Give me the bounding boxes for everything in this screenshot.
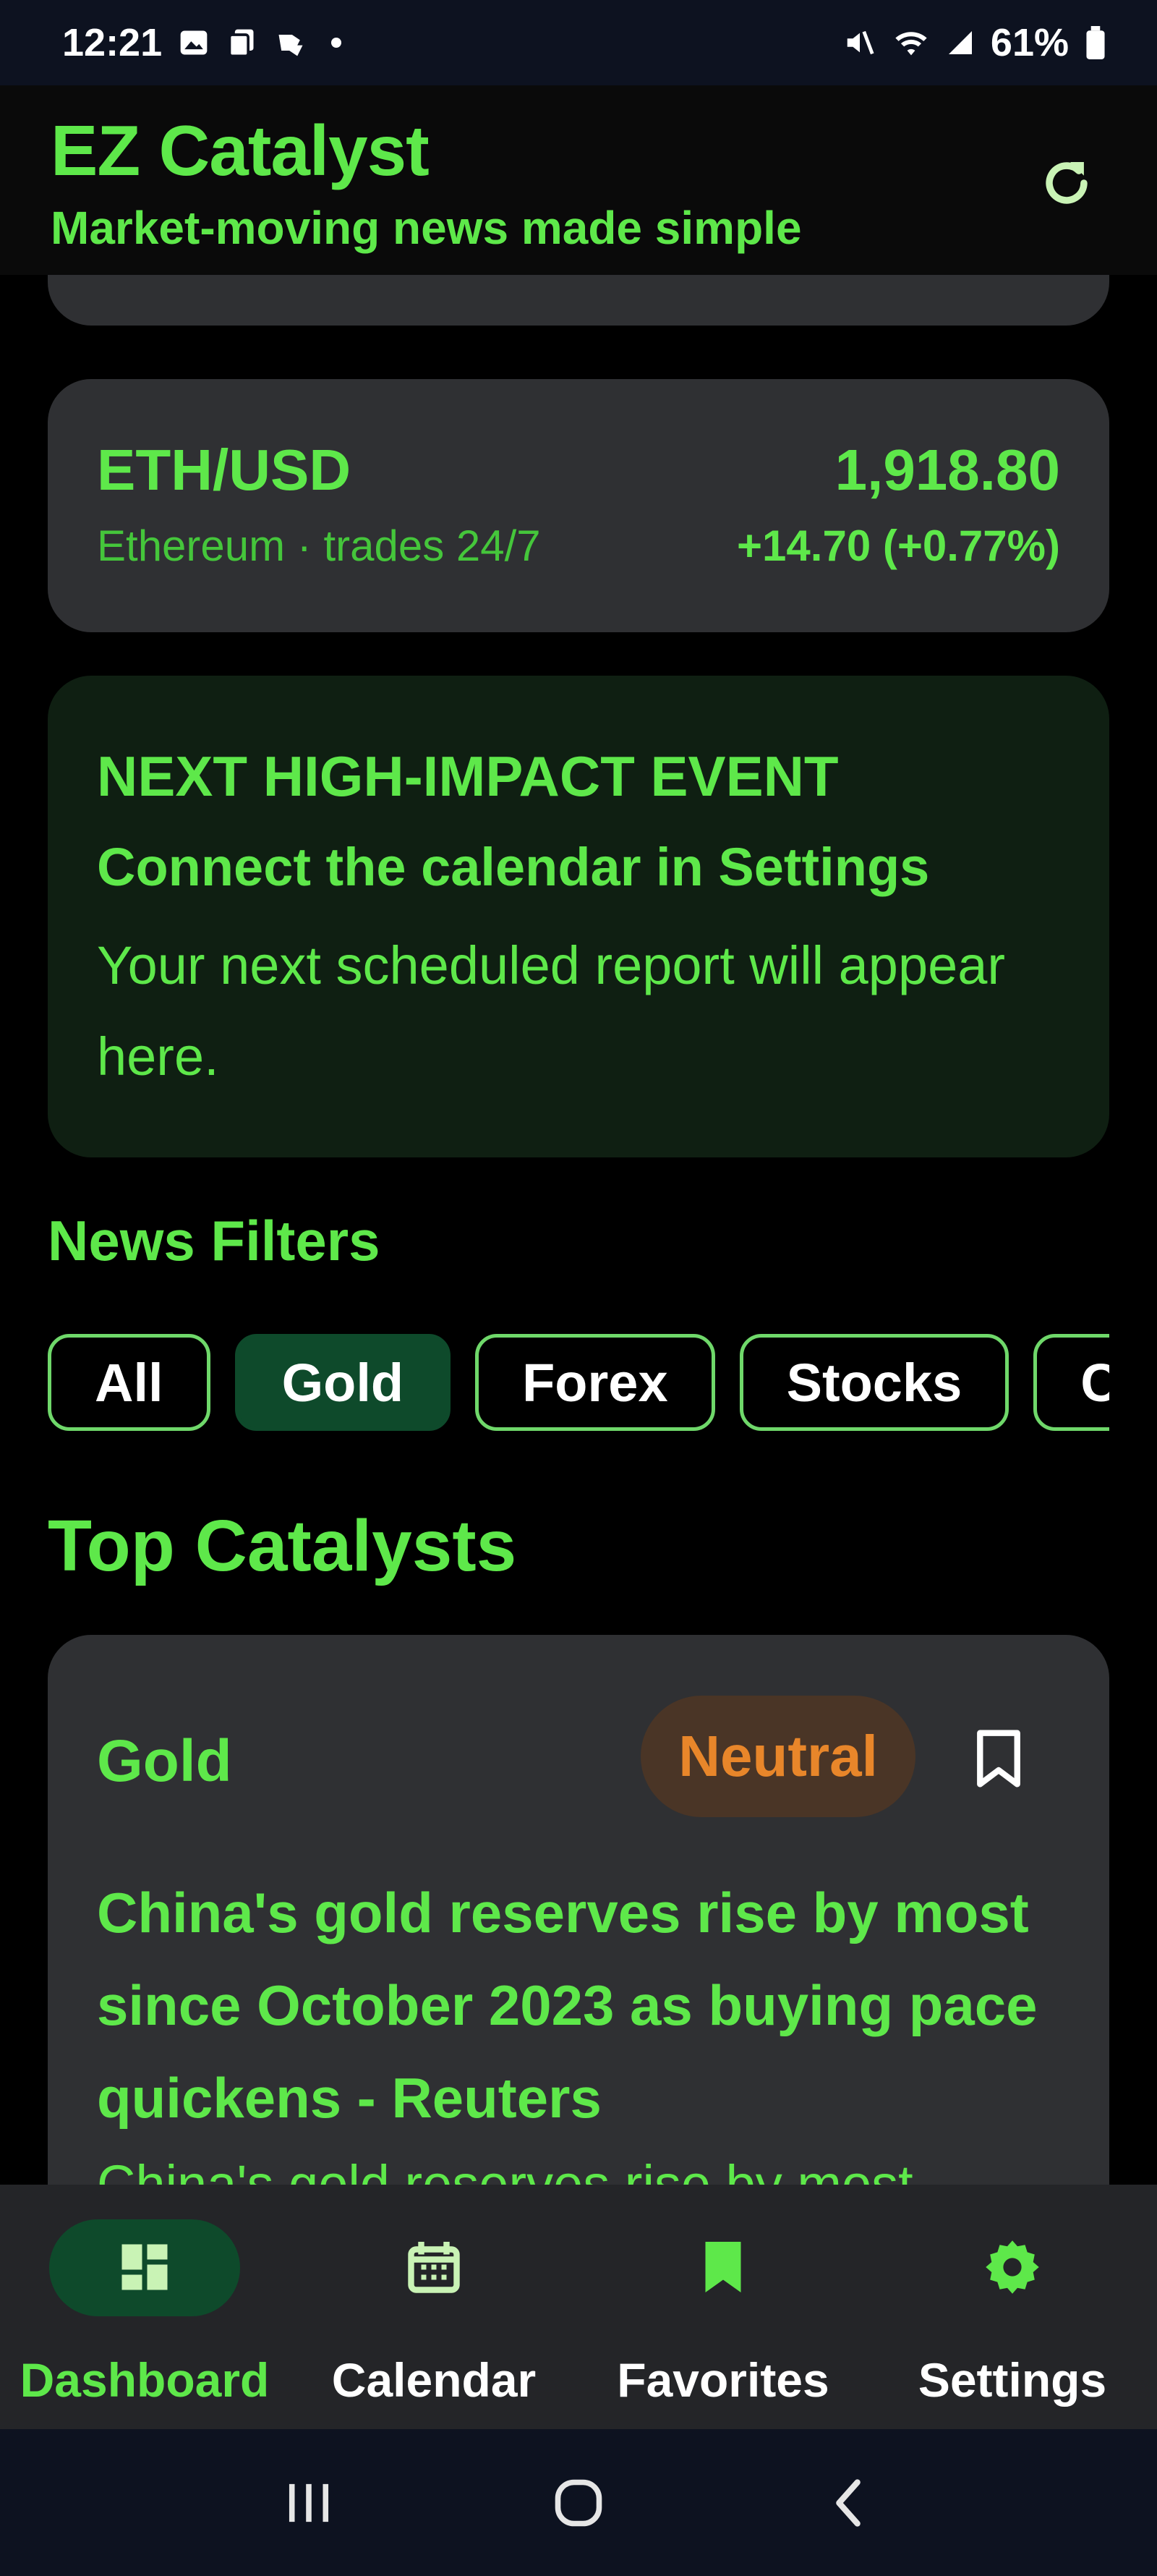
status-time: 12:21 bbox=[62, 21, 163, 64]
bookmark-outline-icon bbox=[977, 1730, 1020, 1788]
dashboard-icon bbox=[108, 2231, 181, 2303]
ticker-symbol: ETH/USD bbox=[97, 438, 351, 502]
home-button[interactable] bbox=[535, 2460, 622, 2546]
filter-chip-all[interactable]: All bbox=[48, 1334, 210, 1431]
catalyst-headline[interactable]: China's gold reserves rise by most since… bbox=[97, 1866, 1080, 2144]
ticker-price: 1,918.80 bbox=[834, 438, 1060, 502]
more-notifications-dot bbox=[331, 38, 342, 48]
top-catalysts-title: Top Catalysts bbox=[48, 1505, 517, 1586]
filter-chip-forex[interactable]: Forex bbox=[475, 1334, 715, 1431]
nav-favorites-label: Favorites bbox=[617, 2353, 829, 2407]
ticker-card[interactable]: ETH/USD Ethereum · trades 24/7 1,918.80 … bbox=[48, 379, 1109, 632]
status-bar: 12:21 61% bbox=[0, 0, 1157, 85]
catalyst-card[interactable]: Gold Neutral China's gold reserves rise … bbox=[48, 1635, 1109, 2185]
filter-chip-stocks[interactable]: Stocks bbox=[739, 1334, 1009, 1431]
recent-apps-button[interactable] bbox=[265, 2460, 352, 2546]
app-header: EZ Catalyst Market-moving news made simp… bbox=[0, 85, 1157, 275]
bottom-navigation: Dashboard Calendar Favorites Settings bbox=[0, 2185, 1157, 2429]
nav-settings[interactable]: Settings bbox=[868, 2185, 1157, 2429]
sentiment-badge: Neutral bbox=[641, 1696, 915, 1817]
bookmark-button[interactable] bbox=[959, 1719, 1038, 1798]
system-navigation-bar bbox=[0, 2429, 1157, 2576]
previous-ticker-card[interactable] bbox=[48, 275, 1109, 326]
back-button[interactable] bbox=[805, 2460, 892, 2546]
news-filters-title: News Filters bbox=[48, 1209, 380, 1272]
event-connect-message: Connect the calendar in Settings bbox=[97, 837, 930, 897]
back-icon bbox=[836, 2478, 861, 2527]
refresh-button[interactable] bbox=[1034, 150, 1099, 216]
nav-calendar-label: Calendar bbox=[331, 2353, 537, 2407]
copy-notification-icon bbox=[226, 27, 257, 59]
catalyst-category: Gold bbox=[97, 1728, 232, 1794]
filter-chip-partial[interactable]: C bbox=[1033, 1334, 1109, 1431]
status-right: 61% bbox=[843, 20, 1106, 65]
nav-settings-label: Settings bbox=[918, 2353, 1107, 2407]
filter-chip-row[interactable]: All Gold Forex Stocks C bbox=[48, 1334, 1109, 1435]
battery-icon bbox=[1085, 26, 1106, 59]
app-notification-icon bbox=[273, 27, 308, 59]
bookmark-icon bbox=[687, 2231, 759, 2303]
mute-icon bbox=[843, 26, 876, 59]
next-event-card[interactable]: NEXT HIGH-IMPACT EVENT Connect the calen… bbox=[48, 676, 1109, 1157]
app-title: EZ Catalyst bbox=[51, 111, 430, 190]
event-placeholder-message: Your next scheduled report will appear h… bbox=[97, 935, 1006, 1087]
gear-icon bbox=[976, 2231, 1049, 2303]
event-heading: NEXT HIGH-IMPACT EVENT bbox=[97, 744, 839, 808]
status-left: 12:21 bbox=[62, 20, 342, 65]
nav-dashboard-label: Dashboard bbox=[20, 2353, 270, 2407]
nav-calendar[interactable]: Calendar bbox=[289, 2185, 578, 2429]
nav-favorites[interactable]: Favorites bbox=[578, 2185, 868, 2429]
gallery-notification-icon bbox=[178, 27, 210, 59]
home-icon bbox=[555, 2479, 602, 2526]
filter-chip-gold[interactable]: Gold bbox=[234, 1334, 451, 1431]
dashboard-scroll-area[interactable]: ETH/USD Ethereum · trades 24/7 1,918.80 … bbox=[0, 275, 1157, 2185]
app-subtitle: Market-moving news made simple bbox=[51, 202, 802, 254]
app-screen: 12:21 61% ETH/USD Ethereum · trades 24/7… bbox=[0, 0, 1157, 2576]
nav-dashboard[interactable]: Dashboard bbox=[0, 2185, 289, 2429]
recent-apps-icon bbox=[289, 2483, 328, 2522]
catalyst-summary: China's gold reserves rise by most bbox=[97, 2154, 913, 2185]
ticker-description: Ethereum · trades 24/7 bbox=[97, 522, 541, 570]
signal-icon bbox=[946, 28, 975, 57]
calendar-icon bbox=[398, 2231, 470, 2303]
wifi-icon bbox=[892, 26, 930, 59]
battery-percent: 61% bbox=[990, 21, 1069, 64]
ticker-change: +14.70 (+0.77%) bbox=[737, 522, 1060, 570]
refresh-icon bbox=[1046, 161, 1088, 204]
